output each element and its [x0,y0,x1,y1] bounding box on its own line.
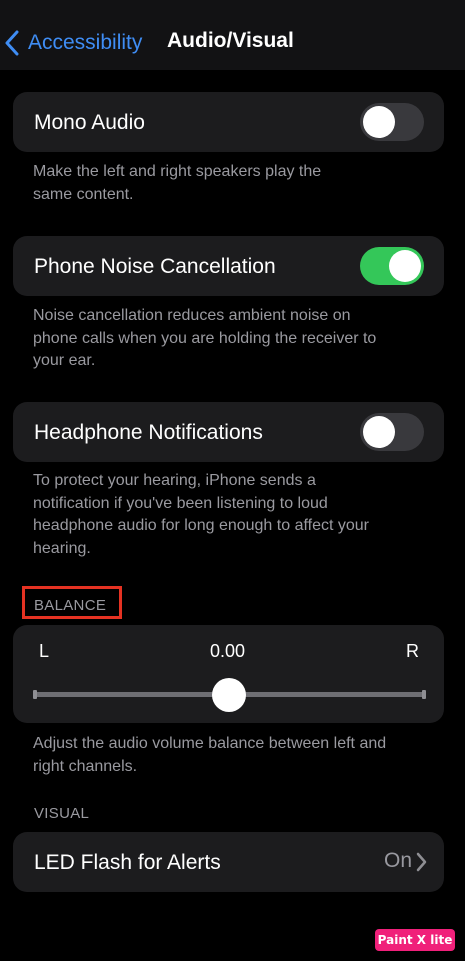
balance-slider-thumb[interactable] [212,678,246,712]
footnote-line: phone calls when you are holding the rec… [33,329,377,347]
balance-value: 0.00 [210,641,246,661]
balance-footnote: Adjust the audio volume balance between … [33,733,433,778]
led-flash-label: LED Flash for Alerts [34,851,221,874]
noise-cancellation-row: Phone Noise Cancellation [13,236,444,296]
back-button[interactable]: Accessibility [4,27,142,59]
highlight-annotation [22,586,122,619]
footnote-line: same content. [33,185,134,203]
toggle-knob [363,106,395,138]
watermark-badge: Paint X lite [375,929,455,951]
headphone-notifications-toggle[interactable] [360,413,424,451]
footnote-line: To protect your hearing, iPhone sends a [33,472,316,489]
headphone-notifications-row: Headphone Notifications [13,402,444,462]
mono-audio-row: Mono Audio [13,92,444,152]
noise-cancellation-toggle[interactable] [360,247,424,285]
footnote-line: your ear. [33,352,96,369]
noise-cancellation-footnote: Noise cancellation reduces ambient noise… [33,305,413,373]
led-flash-value: On [383,849,412,872]
footnote-line: notification if you've been listening to… [33,494,328,512]
footnote-line: right channels. [33,757,138,775]
mono-audio-footnote: Make the left and right speakers play th… [33,161,413,206]
visual-section-header: VISUAL [34,805,90,822]
headphone-notifications-label: Headphone Notifications [34,421,263,444]
footnote-line: Make the left and right speakers play th… [33,163,322,180]
led-flash-row[interactable]: LED Flash for Alerts [13,832,444,892]
chevron-left-icon [5,30,19,56]
footnote-line: Noise cancellation reduces ambient noise… [33,307,351,324]
balance-left-label: L [39,641,50,661]
footnote-line: headphone audio for long enough to affec… [33,517,369,534]
balance-tick-right [422,690,426,699]
mono-audio-label: Mono Audio [34,111,145,134]
navigation-bar: Accessibility Audio/Visual [0,0,465,70]
noise-cancellation-label: Phone Noise Cancellation [34,255,276,278]
footnote-line: Adjust the audio volume balance between … [33,735,387,752]
balance-tick-left [33,690,37,699]
balance-right-label: R [406,641,419,661]
mono-audio-toggle[interactable] [360,103,424,141]
page-title: Audio/Visual [167,29,294,52]
headphone-notifications-footnote: To protect your hearing, iPhone sends a … [33,470,413,560]
footnote-line: hearing. [33,539,91,557]
toggle-knob [389,250,421,282]
toggle-knob [363,416,395,448]
chevron-right-icon [416,852,427,872]
back-label: Accessibility [28,31,143,54]
